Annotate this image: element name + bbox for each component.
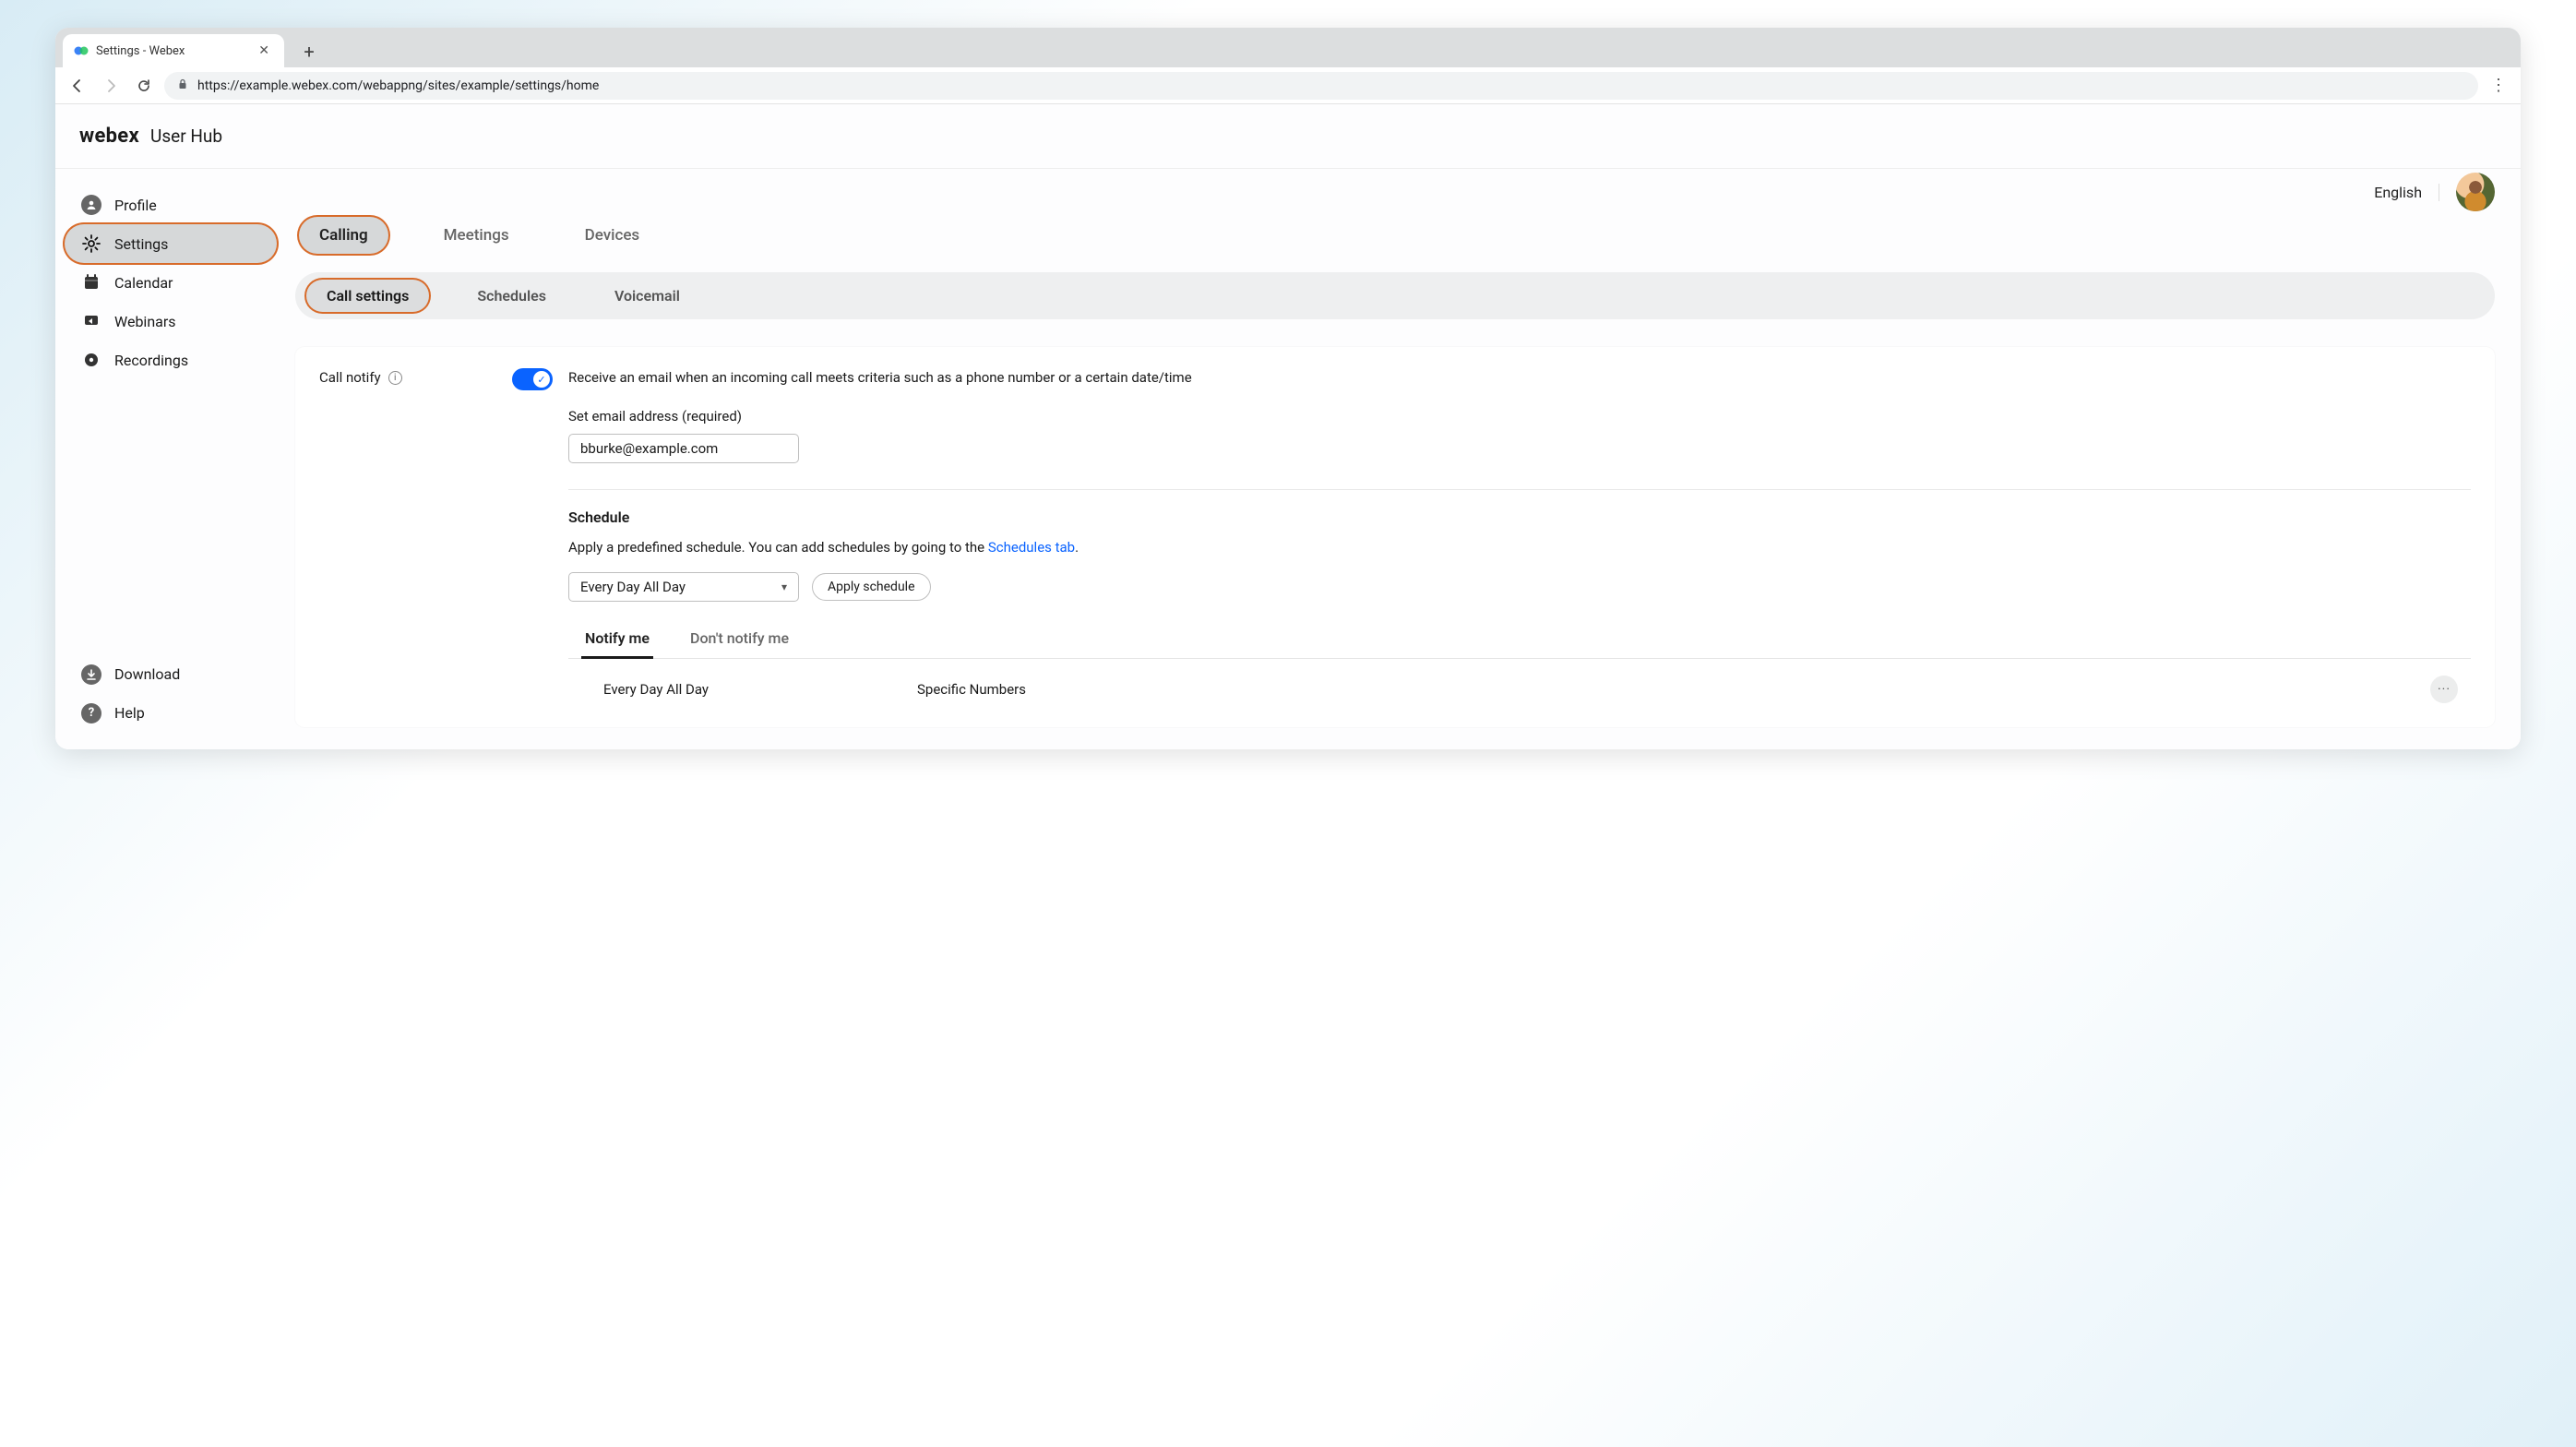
sidebar-item-webinars[interactable]: Webinars bbox=[65, 302, 277, 341]
sidebar-item-profile[interactable]: Profile bbox=[65, 185, 277, 224]
chevron-down-icon: ▾ bbox=[781, 580, 787, 593]
row-more-button[interactable]: ··· bbox=[2430, 676, 2458, 703]
sidebar-item-label: Download bbox=[114, 665, 180, 683]
gear-icon bbox=[81, 233, 101, 254]
url-text: https://example.webex.com/webappng/sites… bbox=[197, 78, 599, 93]
brand-subtitle: User Hub bbox=[150, 126, 222, 147]
tab-meetings[interactable]: Meetings bbox=[423, 217, 530, 254]
browser-toolbar: https://example.webex.com/webappng/sites… bbox=[55, 67, 2521, 104]
help-icon: ? bbox=[81, 703, 101, 724]
top-right-controls: English bbox=[2374, 173, 2495, 211]
notify-tab-notify[interactable]: Notify me bbox=[581, 622, 653, 659]
browser-window: Settings - Webex ✕ + https://example.web… bbox=[55, 28, 2521, 749]
email-input[interactable] bbox=[568, 434, 799, 463]
call-notify-label: Call notify i bbox=[319, 369, 513, 386]
call-notify-description: Receive an email when an incoming call m… bbox=[568, 369, 2471, 388]
download-icon bbox=[81, 664, 101, 685]
check-icon: ✓ bbox=[533, 371, 550, 388]
schedule-row-name: Every Day All Day bbox=[603, 681, 917, 698]
address-bar[interactable]: https://example.webex.com/webappng/sites… bbox=[164, 72, 2478, 100]
sidebar-item-download[interactable]: Download bbox=[65, 655, 277, 694]
sidebar-item-label: Webinars bbox=[114, 313, 176, 330]
schedule-select[interactable]: Every Day All Day ▾ bbox=[568, 572, 799, 602]
schedule-row-numbers: Specific Numbers bbox=[917, 681, 2430, 698]
sidebar-item-label: Settings bbox=[114, 235, 168, 253]
main-tabs: Calling Meetings Devices bbox=[295, 178, 2495, 267]
call-notify-card: Call notify i ✓ Receive an email when an… bbox=[295, 347, 2495, 727]
arrow-left-icon bbox=[70, 78, 85, 93]
sub-tabs: Call settings Schedules Voicemail bbox=[295, 272, 2495, 319]
calendar-icon bbox=[81, 272, 101, 293]
sidebar-item-label: Profile bbox=[114, 197, 157, 214]
notify-tabs: Notify me Don't notify me bbox=[568, 622, 2471, 659]
subtab-call-settings[interactable]: Call settings bbox=[306, 280, 429, 312]
sidebar: Profile Settings Calendar bbox=[55, 169, 286, 749]
schedule-list-row: Every Day All Day Specific Numbers ··· bbox=[568, 659, 2471, 705]
sidebar-item-label: Help bbox=[114, 704, 145, 722]
call-notify-toggle[interactable]: ✓ bbox=[513, 369, 552, 389]
schedule-heading: Schedule bbox=[568, 508, 2471, 526]
reload-button[interactable] bbox=[131, 73, 157, 99]
subtab-voicemail[interactable]: Voicemail bbox=[594, 280, 700, 312]
webex-favicon-icon bbox=[74, 43, 89, 58]
webex-logo: webex bbox=[79, 125, 139, 148]
schedule-select-value: Every Day All Day bbox=[580, 579, 686, 595]
schedules-tab-link[interactable]: Schedules tab bbox=[988, 539, 1075, 556]
browser-menu-button[interactable]: ⋮ bbox=[2486, 73, 2511, 99]
lock-icon bbox=[177, 78, 188, 92]
reload-icon bbox=[137, 78, 151, 93]
sidebar-item-help[interactable]: ? Help bbox=[65, 694, 277, 733]
language-selector[interactable]: English bbox=[2374, 184, 2439, 201]
sidebar-item-label: Calendar bbox=[114, 274, 173, 292]
browser-tab-strip: Settings - Webex ✕ + bbox=[55, 28, 2521, 67]
brand-bar: webex User Hub bbox=[55, 104, 2521, 169]
subtab-schedules[interactable]: Schedules bbox=[457, 280, 566, 312]
user-avatar[interactable] bbox=[2456, 173, 2495, 211]
arrow-right-icon bbox=[103, 78, 118, 93]
email-field-label: Set email address (required) bbox=[568, 408, 2471, 425]
info-icon[interactable]: i bbox=[388, 371, 402, 385]
tab-calling[interactable]: Calling bbox=[299, 217, 388, 254]
page: webex User Hub Profile Settings bbox=[55, 104, 2521, 749]
sidebar-item-calendar[interactable]: Calendar bbox=[65, 263, 277, 302]
browser-tab[interactable]: Settings - Webex ✕ bbox=[63, 34, 284, 67]
main-content: English Calling Meetings Devices Call se… bbox=[286, 169, 2521, 749]
apply-schedule-button[interactable]: Apply schedule bbox=[812, 573, 931, 601]
tab-devices[interactable]: Devices bbox=[565, 217, 661, 254]
sidebar-item-label: Recordings bbox=[114, 352, 188, 369]
webinars-icon bbox=[81, 311, 101, 331]
schedule-description: Apply a predefined schedule. You can add… bbox=[568, 539, 2471, 556]
new-tab-button[interactable]: + bbox=[293, 36, 325, 67]
forward-button[interactable] bbox=[98, 73, 124, 99]
recordings-icon bbox=[81, 350, 101, 370]
notify-tab-dont-notify[interactable]: Don't notify me bbox=[686, 622, 793, 659]
back-button[interactable] bbox=[65, 73, 90, 99]
browser-tab-title: Settings - Webex bbox=[96, 44, 185, 58]
sidebar-item-recordings[interactable]: Recordings bbox=[65, 341, 277, 379]
divider bbox=[568, 489, 2471, 490]
profile-icon bbox=[81, 195, 101, 215]
sidebar-item-settings[interactable]: Settings bbox=[65, 224, 277, 263]
close-tab-icon[interactable]: ✕ bbox=[255, 42, 273, 60]
